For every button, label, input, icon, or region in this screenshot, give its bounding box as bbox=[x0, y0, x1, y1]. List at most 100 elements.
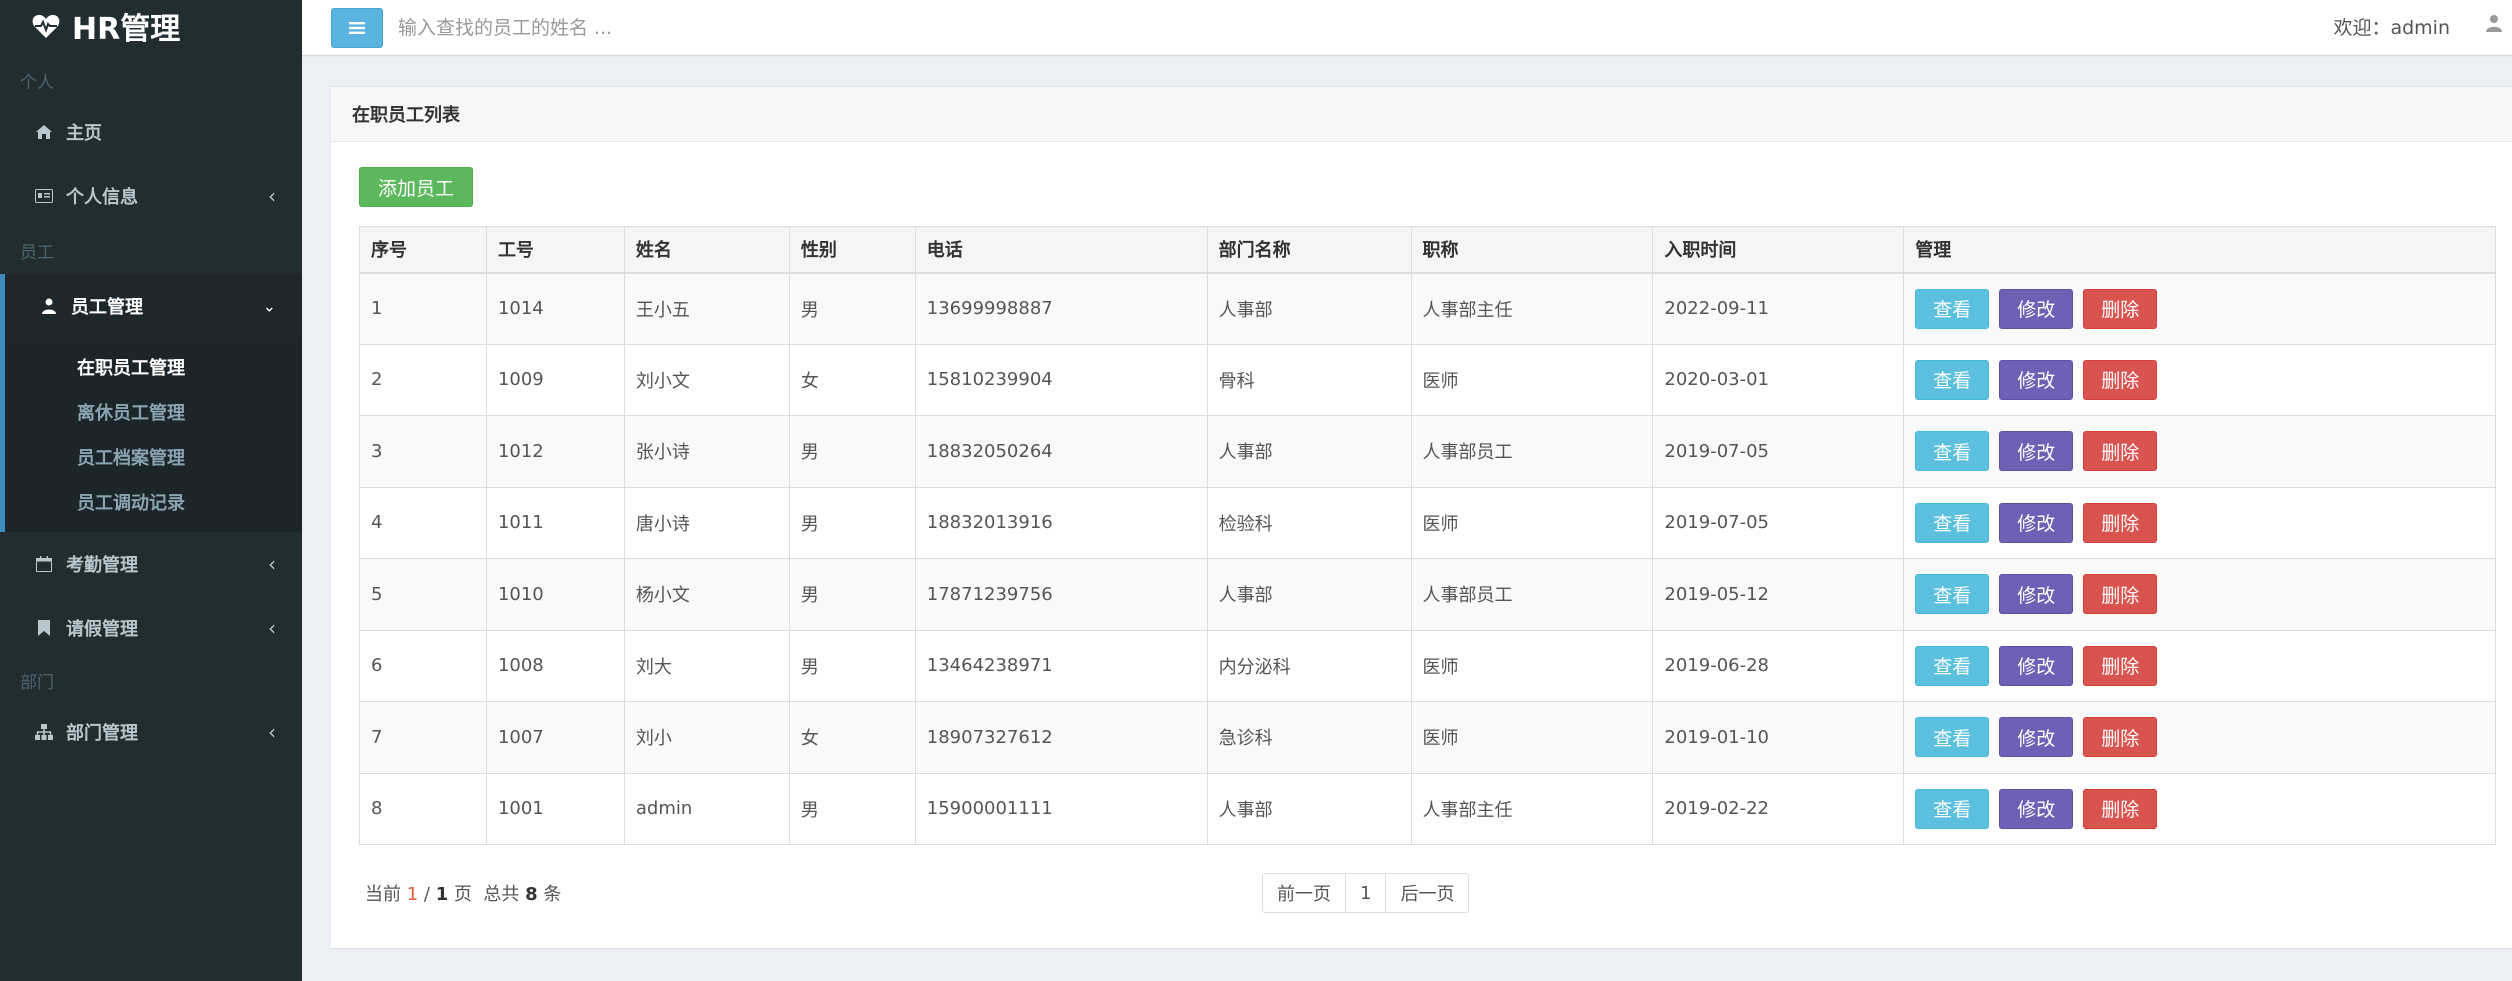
table-cell: 3 bbox=[359, 415, 487, 488]
view-button[interactable]: 查看 bbox=[1915, 717, 1990, 758]
section-header-department: 部门 bbox=[20, 672, 54, 693]
table-cell: 5 bbox=[359, 558, 487, 631]
column-header: 入职时间 bbox=[1652, 226, 1905, 274]
view-button[interactable]: 查看 bbox=[1915, 288, 1990, 329]
delete-button[interactable]: 删除 bbox=[2083, 788, 2158, 829]
delete-button[interactable]: 删除 bbox=[2083, 359, 2158, 400]
heartbeat-icon bbox=[32, 14, 60, 38]
submenu-item-staff-archives[interactable]: 员工档案管理 bbox=[5, 434, 302, 479]
table-cell: 王小五 bbox=[623, 272, 790, 345]
submenu-item-retired-staff[interactable]: 离休员工管理 bbox=[5, 389, 302, 434]
table-cell: admin bbox=[623, 772, 790, 845]
user-icon bbox=[39, 296, 59, 316]
table-cell: 8 bbox=[359, 772, 487, 845]
table-cell: 18907327612 bbox=[914, 701, 1208, 774]
sidebar-item-home[interactable]: 主页 bbox=[0, 100, 302, 164]
delete-button[interactable]: 删除 bbox=[2083, 645, 2158, 686]
chevron-left-icon: ‹ bbox=[268, 616, 276, 640]
delete-button[interactable]: 删除 bbox=[2083, 502, 2158, 543]
sitemap-icon bbox=[34, 722, 54, 742]
table-cell: 13464238971 bbox=[914, 629, 1208, 702]
sidebar-item-label: 部门管理 bbox=[66, 723, 138, 744]
column-header: 姓名 bbox=[623, 226, 790, 274]
actions-cell: 查看 修改 删除 bbox=[1903, 558, 2496, 631]
table-cell: 1010 bbox=[485, 558, 625, 631]
table-cell: 2019-06-28 bbox=[1652, 629, 1905, 702]
submenu-item-active-staff[interactable]: 在职员工管理 bbox=[5, 344, 302, 389]
edit-button[interactable]: 修改 bbox=[1999, 502, 2074, 543]
page-suffix: 页 bbox=[453, 884, 472, 905]
sidebar-item-label: 请假管理 bbox=[66, 619, 138, 640]
pagination-info: 当前 1 / 1 页 总共 8 条 bbox=[365, 880, 561, 906]
delete-button[interactable]: 删除 bbox=[2083, 288, 2158, 329]
page-separator: / bbox=[418, 884, 436, 905]
id-card-icon bbox=[34, 186, 54, 206]
table-cell: 医师 bbox=[1410, 486, 1654, 559]
table-cell: 张小诗 bbox=[623, 415, 790, 488]
actions-cell: 查看 修改 删除 bbox=[1903, 415, 2496, 488]
table-row: 1 1014 王小五男 13699998887 人事部 人事部主任 2022-09-11 查看… bbox=[359, 272, 2496, 345]
table-cell: 唐小诗 bbox=[623, 486, 790, 559]
user-menu-icon[interactable] bbox=[2486, 14, 2502, 37]
delete-button[interactable]: 删除 bbox=[2083, 431, 2158, 472]
chevron-down-icon: ⌄ bbox=[262, 296, 276, 316]
employee-list-box: 在职员工列表 添加员工 序号 工号 姓名 性别 电话 部门名称 职称 入职时间 … bbox=[331, 86, 2512, 948]
view-button[interactable]: 查看 bbox=[1915, 645, 1990, 686]
view-button[interactable]: 查看 bbox=[1915, 788, 1990, 829]
table-header-row: 序号 工号 姓名 性别 电话 部门名称 职称 入职时间 管理 bbox=[359, 226, 2496, 274]
table-cell: 男 bbox=[788, 558, 916, 631]
submenu-item-transfer-records[interactable]: 员工调动记录 bbox=[5, 479, 302, 524]
table-cell: 2 bbox=[359, 343, 487, 416]
sidebar-toggle-button[interactable] bbox=[331, 8, 383, 48]
actions-cell: 查看 修改 删除 bbox=[1903, 343, 2496, 416]
table-cell: 18832050264 bbox=[914, 415, 1208, 488]
table-cell: 6 bbox=[359, 629, 487, 702]
add-employee-button[interactable]: 添加员工 bbox=[359, 167, 473, 207]
view-button[interactable]: 查看 bbox=[1915, 574, 1990, 615]
sidebar-item-personal-info[interactable]: 个人信息 ‹ bbox=[0, 164, 302, 228]
sidebar-item-staff-management[interactable]: 员工管理 ⌄ bbox=[0, 274, 302, 338]
table-cell: 刘大 bbox=[623, 629, 790, 702]
edit-button[interactable]: 修改 bbox=[1999, 431, 2074, 472]
staff-submenu: 在职员工管理 离休员工管理 员工档案管理 员工调动记录 bbox=[0, 338, 302, 532]
view-button[interactable]: 查看 bbox=[1915, 359, 1990, 400]
table-cell: 医师 bbox=[1410, 701, 1654, 774]
next-page-button[interactable]: 后一页 bbox=[1385, 873, 1470, 913]
edit-button[interactable]: 修改 bbox=[1999, 288, 2074, 329]
table-cell: 刘小 bbox=[623, 701, 790, 774]
table-cell: 1014 bbox=[485, 272, 625, 345]
delete-button[interactable]: 删除 bbox=[2083, 574, 2158, 615]
sidebar-item-department[interactable]: 部门管理 ‹ bbox=[0, 700, 302, 764]
view-button[interactable]: 查看 bbox=[1915, 431, 1990, 472]
pagination-controls: 前一页 1 后一页 bbox=[1262, 873, 1470, 913]
table-cell: 2019-02-22 bbox=[1652, 772, 1905, 845]
edit-button[interactable]: 修改 bbox=[1999, 788, 2074, 829]
table-cell: 1 bbox=[359, 272, 487, 345]
edit-button[interactable]: 修改 bbox=[1999, 359, 2074, 400]
edit-button[interactable]: 修改 bbox=[1999, 645, 2074, 686]
edit-button[interactable]: 修改 bbox=[1999, 717, 2074, 758]
sidebar-item-label: 员工管理 bbox=[71, 297, 143, 318]
table-cell: 1012 bbox=[485, 415, 625, 488]
current-page-number: 1 bbox=[406, 884, 419, 905]
table-cell: 4 bbox=[359, 486, 487, 559]
view-button[interactable]: 查看 bbox=[1915, 502, 1990, 543]
sidebar-item-attendance[interactable]: 考勤管理 ‹ bbox=[0, 532, 302, 596]
employee-search-input[interactable] bbox=[398, 8, 918, 48]
delete-button[interactable]: 删除 bbox=[2083, 717, 2158, 758]
table-cell: 女 bbox=[788, 343, 916, 416]
prev-page-button[interactable]: 前一页 bbox=[1262, 873, 1346, 913]
count-suffix: 条 bbox=[543, 884, 562, 905]
page-number-button[interactable]: 1 bbox=[1345, 873, 1387, 913]
table-cell: 骨科 bbox=[1206, 343, 1412, 416]
table-cell: 18832013916 bbox=[914, 486, 1208, 559]
app-title: HR管理 bbox=[72, 12, 181, 47]
current-label: 当前 bbox=[365, 884, 401, 905]
table-cell: 男 bbox=[788, 415, 916, 488]
table-cell: 1009 bbox=[485, 343, 625, 416]
table-cell: 人事部主任 bbox=[1410, 772, 1654, 845]
app-logo[interactable]: HR管理 bbox=[0, 0, 302, 52]
section-header-staff: 员工 bbox=[20, 242, 54, 263]
edit-button[interactable]: 修改 bbox=[1999, 574, 2074, 615]
sidebar-item-leave[interactable]: 请假管理 ‹ bbox=[0, 596, 302, 660]
